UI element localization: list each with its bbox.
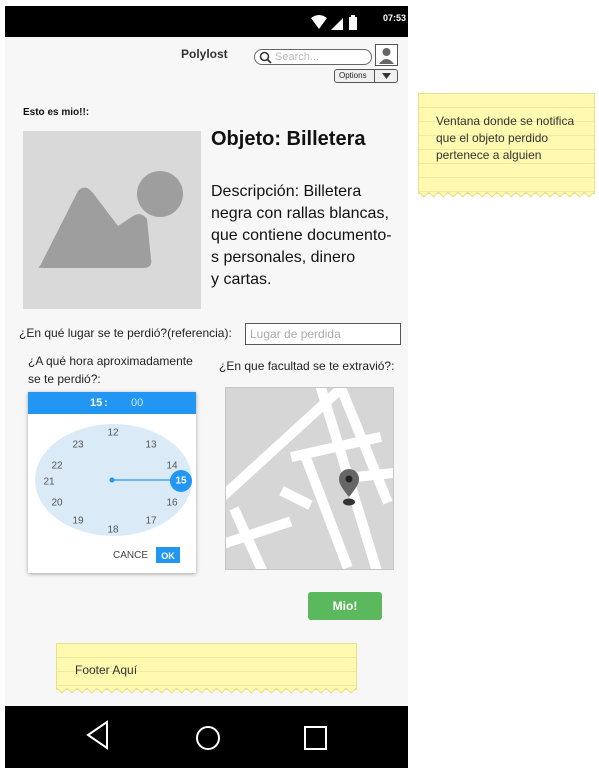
description-line: Descripción: Billetera [211,183,362,200]
app-title: Polylost [181,47,228,61]
clock-number[interactable]: 16 [166,498,177,509]
status-icons [311,15,357,30]
chevron-down-icon [374,70,398,82]
owner-label: Esto es mio!!: [23,107,90,118]
time-picker-header: 15 : 00 [28,392,196,414]
side-note: Ventana donde se notifica que el objeto … [418,93,595,198]
note-edge [419,192,594,198]
side-note-text: Ventana donde se notifica que el objeto … [436,114,575,162]
clock-number[interactable]: 14 [166,461,177,472]
mio-button[interactable]: Mio! [308,592,382,620]
clock-number[interactable]: 23 [72,440,83,451]
clock-number[interactable]: 21 [43,477,54,488]
options-dropdown[interactable]: Options [334,69,398,83]
clock-face[interactable]: 12 13 14 15 16 17 18 19 20 21 22 23 [35,424,192,536]
description-line: que contiene documento- [211,227,392,244]
clock-number-selected[interactable]: 15 [175,476,186,487]
status-bar: 07:53 [5,6,408,37]
map-streets [226,388,393,569]
clock-number[interactable]: 19 [72,516,83,527]
time-picker[interactable]: 15 : 00 12 13 14 15 16 17 18 19 20 21 22… [28,392,196,573]
footer-note-text: Footer Aquí [75,663,138,677]
clock-hand [109,470,192,492]
clock-number[interactable]: 13 [145,440,156,451]
navigation-bar [5,706,408,768]
object-description: Descripción: Billetera negra con rallas … [211,181,401,291]
image-placeholder-icon [38,171,183,268]
clock-number[interactable]: 18 [107,525,118,536]
place-input[interactable] [250,326,396,342]
map-pin-icon[interactable] [337,469,361,507]
place-question: ¿En qué lugar se te perdió?(referencia): [19,326,232,340]
faculty-question: ¿En que facultad se te extravió?: [219,359,395,373]
description-line: negra con rallas blancas, [211,205,389,222]
time-separator: : [104,397,108,409]
object-title: Objeto: Billetera [211,128,366,150]
options-label: Options [339,71,367,80]
search-icon [259,51,272,64]
home-icon[interactable] [195,724,221,752]
time-question-line1: ¿A qué hora aproximadamente [28,354,193,368]
wifi-icon [311,15,327,29]
time-question-line2: se te perdió?: [28,372,101,386]
signal-icon [331,18,343,30]
footer-note: Footer Aquí [56,643,357,694]
time-minutes[interactable]: 00 [131,397,143,409]
battery-icon [349,17,357,30]
object-image [23,131,201,309]
clock-number[interactable]: 17 [145,516,156,527]
time-hour[interactable]: 15 [90,397,102,409]
search-box[interactable] [254,49,372,65]
cancel-button[interactable]: CANCE [113,550,148,561]
clock-number[interactable]: 12 [107,428,118,439]
description-line: y cartas. [211,271,272,288]
map-view[interactable] [225,387,394,570]
status-time: 07:53 [382,13,406,23]
avatar[interactable] [375,44,398,66]
ok-button[interactable]: OK [156,547,180,563]
description-line: s personales, dinero [211,249,356,266]
back-icon[interactable] [85,720,111,750]
clock-number[interactable]: 20 [51,498,62,509]
user-icon [379,48,394,64]
recents-icon[interactable] [303,724,329,752]
clock-number[interactable]: 22 [51,461,62,472]
note-edge [57,688,356,694]
search-input[interactable] [275,50,367,64]
place-field[interactable] [245,323,401,345]
